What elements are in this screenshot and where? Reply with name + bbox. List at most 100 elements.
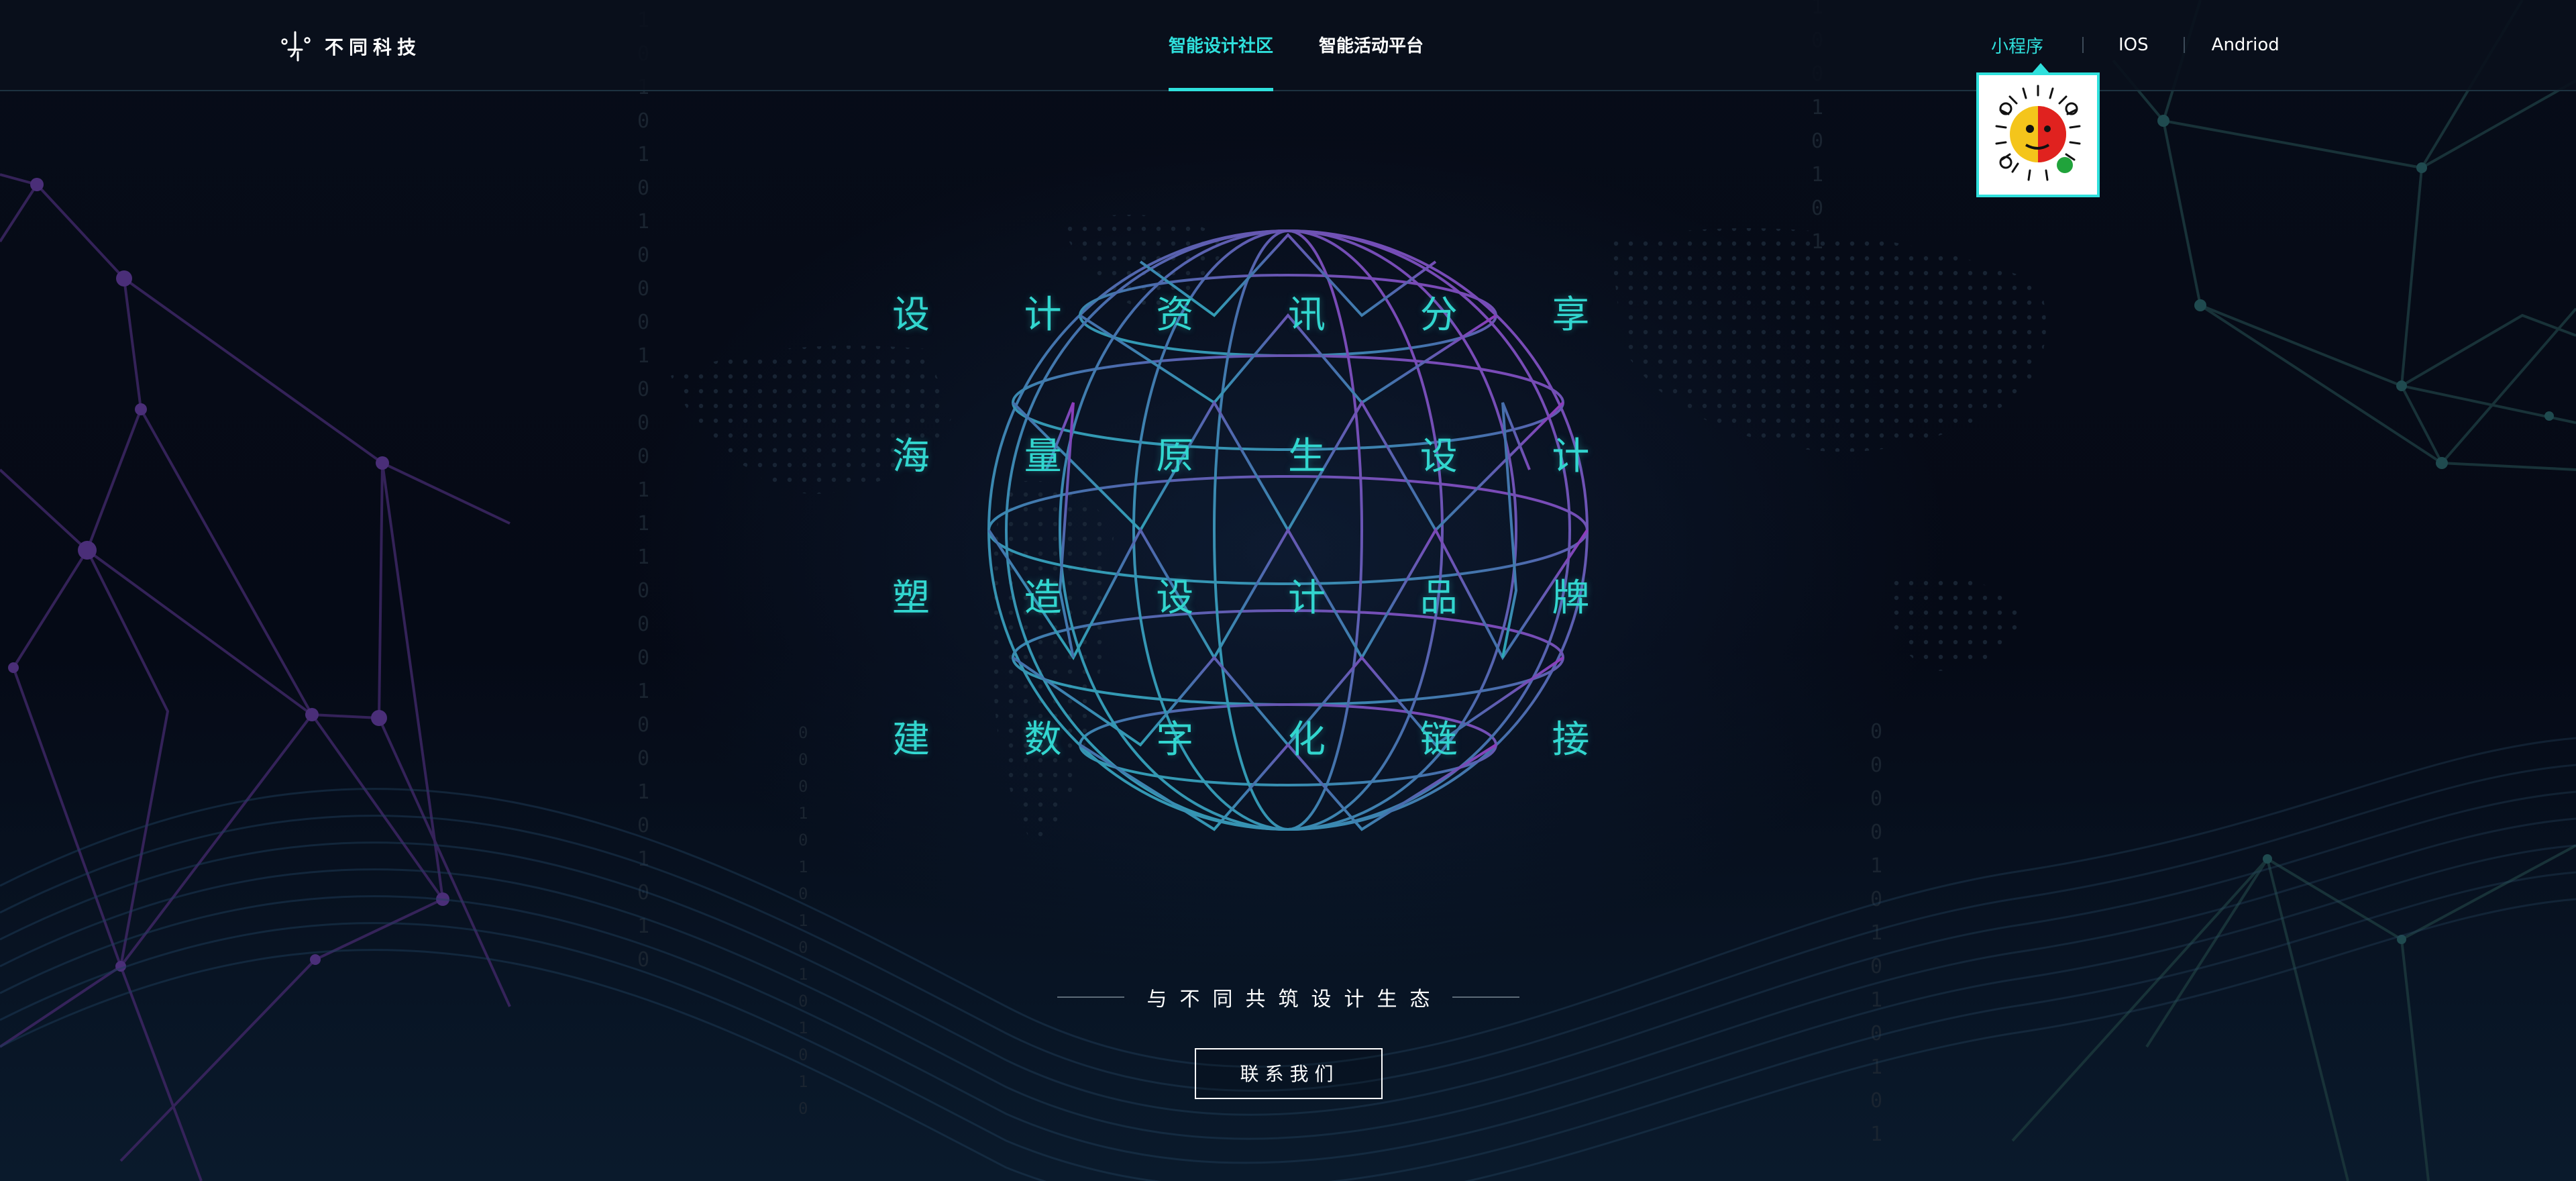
slogan-char: 分: [1419, 293, 1458, 337]
svg-text:0: 0: [798, 777, 808, 796]
slogan-char: 量: [1024, 435, 1062, 478]
tagline: 与不同共筑设计生态: [1032, 982, 1544, 1012]
logo[interactable]: 不同科技: [279, 30, 421, 63]
svg-text:1: 1: [637, 344, 649, 368]
svg-text:0: 0: [798, 750, 808, 769]
nav-tab-activity-platform[interactable]: 智能活动平台: [1319, 0, 1424, 90]
tagline-rule-right: [1452, 996, 1519, 998]
svg-text:0: 0: [1870, 821, 1882, 844]
svg-text:1: 1: [1870, 854, 1882, 878]
svg-text:1: 1: [1811, 163, 1823, 187]
slogan-char: 计: [1024, 293, 1062, 337]
slogan-char: 数: [1024, 718, 1062, 762]
right-network-nodes: [2157, 115, 2554, 944]
slogan-char: 资: [1156, 293, 1194, 337]
svg-text:0: 0: [1811, 197, 1823, 220]
slogan-char: 建: [892, 718, 930, 762]
slogan-char: 计: [1288, 576, 1326, 620]
svg-text:1: 1: [637, 848, 649, 871]
svg-text:0: 0: [637, 646, 649, 670]
svg-text:1: 1: [798, 804, 808, 823]
slogan-row: 塑 造 设 计 品 牌: [892, 565, 1684, 707]
slogan-char: 牌: [1552, 576, 1590, 620]
slogan-char: 造: [1024, 576, 1062, 620]
svg-text:1: 1: [637, 478, 649, 502]
top-header: 不同科技 智能设计社区 智能活动平台 小程序 IOS Andriod: [0, 0, 2576, 91]
main-nav: 智能设计社区 智能活动平台: [1169, 0, 1469, 91]
svg-text:1: 1: [798, 858, 808, 876]
slogan-char: 品: [1419, 576, 1458, 620]
svg-text:0: 0: [1870, 888, 1882, 911]
svg-text:1: 1: [798, 965, 808, 984]
logo-text: 不同科技: [325, 36, 422, 58]
tagline-text: 与不同共筑设计生态: [1146, 988, 1443, 1011]
svg-text:0: 0: [637, 713, 649, 737]
slogan-char: 海: [892, 435, 930, 478]
slogan-char: 设: [892, 293, 930, 337]
page: 1 0 1 0 1 0 1 0 0 0 1 0 0 0 1 1 1 0 0 0 1 0 0 1 0 1 0 1 0 1…: [0, 0, 2576, 1181]
svg-text:1: 1: [1870, 1123, 1882, 1146]
svg-text:0: 0: [1870, 754, 1882, 777]
slogan-char: 链: [1419, 718, 1458, 762]
slogan-char: 塑: [892, 576, 930, 620]
svg-text:0: 0: [637, 579, 649, 603]
svg-text:1: 1: [637, 210, 649, 234]
svg-text:0: 0: [637, 378, 649, 401]
svg-text:0: 0: [637, 311, 649, 334]
svg-text:1: 1: [637, 512, 649, 535]
slogan-row: 建 数 字 化 链 接: [892, 707, 1684, 848]
divider: [2082, 37, 2084, 53]
contact-us-button[interactable]: 联系我们: [1195, 1048, 1383, 1099]
svg-text:1: 1: [1811, 96, 1823, 119]
slogan-char: 生: [1288, 435, 1326, 478]
slogan-char: 原: [1156, 435, 1194, 478]
svg-text:1: 1: [637, 143, 649, 166]
svg-text:1: 1: [637, 680, 649, 703]
slogan-char: 设: [1419, 435, 1458, 478]
slogan-char: 化: [1288, 718, 1326, 762]
slogan-char: 设: [1156, 576, 1194, 620]
svg-text:1: 1: [1870, 921, 1882, 945]
svg-text:0: 0: [637, 411, 649, 435]
svg-text:0: 0: [798, 884, 808, 903]
nav-tab-design-community[interactable]: 智能设计社区: [1169, 0, 1274, 91]
slogan-char: 计: [1552, 435, 1590, 478]
svg-text:1: 1: [798, 911, 808, 930]
mini-program-qr-popover: [1976, 63, 2100, 197]
svg-text:0: 0: [798, 938, 808, 957]
svg-text:0: 0: [1870, 1089, 1882, 1113]
divider: [2183, 37, 2185, 53]
slogan-row: 设 计 资 讯 分 享: [892, 282, 1684, 423]
svg-text:0: 0: [637, 613, 649, 636]
svg-text:1: 1: [1870, 1056, 1882, 1079]
svg-text:1: 1: [798, 1019, 808, 1037]
svg-text:0: 0: [798, 992, 808, 1011]
slogan-char: 讯: [1288, 293, 1326, 337]
svg-text:1: 1: [637, 546, 649, 569]
svg-text:0: 0: [1870, 1022, 1882, 1045]
logo-icon: [281, 31, 311, 62]
svg-text:0: 0: [637, 445, 649, 468]
svg-text:0: 0: [637, 109, 649, 133]
svg-text:0: 0: [1811, 130, 1823, 153]
svg-text:0: 0: [637, 176, 649, 200]
tagline-rule-left: [1057, 996, 1124, 998]
svg-text:0: 0: [798, 723, 808, 742]
qr-code-icon: [1995, 85, 2081, 181]
svg-text:0: 0: [798, 1099, 808, 1118]
svg-text:0: 0: [637, 814, 649, 837]
slogan-char: 字: [1156, 718, 1194, 762]
slogan-grid: 设 计 资 讯 分 享 海 量 原 生 设 计 塑 造 设 计 品 牌 建 数 …: [892, 282, 1684, 848]
android-link[interactable]: Andriod: [2212, 35, 2279, 55]
svg-text:0: 0: [798, 1045, 808, 1064]
svg-text:0: 0: [637, 277, 649, 301]
svg-text:0: 0: [798, 831, 808, 850]
slogan-char: 接: [1552, 718, 1590, 762]
svg-text:1: 1: [798, 1072, 808, 1091]
svg-text:0: 0: [1870, 720, 1882, 743]
svg-text:0: 0: [637, 244, 649, 267]
mini-program-link[interactable]: 小程序: [1991, 33, 2043, 58]
svg-text:0: 0: [637, 747, 649, 770]
slogan-char: 享: [1552, 293, 1590, 337]
ios-link[interactable]: IOS: [2118, 35, 2149, 55]
